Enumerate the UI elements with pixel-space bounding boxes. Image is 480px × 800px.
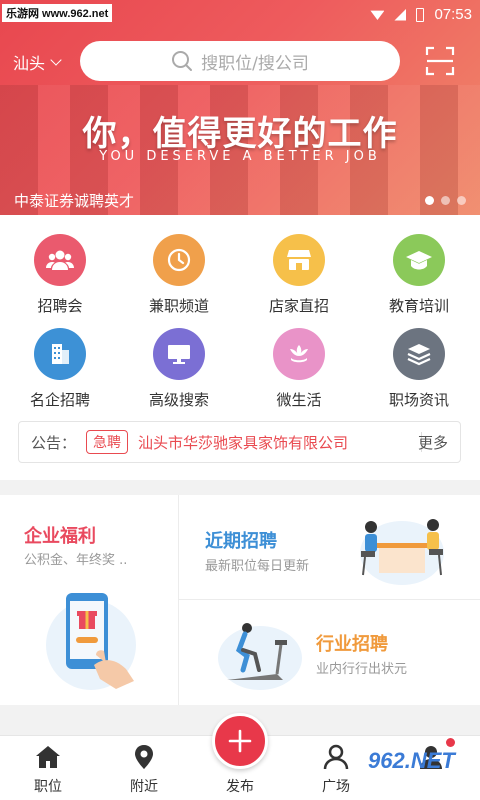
carousel-dot bbox=[425, 196, 434, 205]
menu-item-top-companies[interactable]: 名企招聘 bbox=[0, 328, 120, 410]
menu-item-job-fair[interactable]: 招聘会 bbox=[0, 234, 120, 316]
card-welfare[interactable]: 企业福利 公积金、年终奖 .. bbox=[0, 495, 178, 705]
search-input[interactable]: 搜职位/搜公司 bbox=[80, 41, 400, 81]
card-recent[interactable]: 近期招聘 最新职位每日更新 bbox=[179, 495, 480, 599]
header-banner: 乐游网 www.962.net 07:53 汕头 搜职位/搜公司 你，值得更好的… bbox=[0, 0, 480, 215]
card-recent-subtitle: 最新职位每日更新 bbox=[205, 559, 310, 574]
banner-slogan: 你，值得更好的工作 bbox=[82, 114, 398, 154]
menu-item-career-news[interactable]: 职场资讯 bbox=[359, 328, 479, 410]
card-industry[interactable]: 行业招聘 业内行行出状元 bbox=[179, 600, 480, 705]
monitor-icon bbox=[153, 328, 205, 380]
interview-illustration bbox=[360, 519, 444, 585]
carousel-dot bbox=[457, 196, 466, 205]
home-icon bbox=[36, 746, 60, 768]
carousel-dot bbox=[441, 196, 450, 205]
people-icon bbox=[34, 234, 86, 286]
location-pin-icon bbox=[135, 745, 153, 769]
status-bar: 07:53 bbox=[370, 6, 472, 23]
battery-icon bbox=[416, 7, 425, 22]
signal-icon bbox=[394, 8, 407, 21]
menu-label: 教育培训 bbox=[388, 297, 449, 315]
site-logo: 962.NET bbox=[368, 748, 455, 773]
search-placeholder: 搜职位/搜公司 bbox=[201, 53, 309, 74]
tab-nearby[interactable]: 附近 bbox=[96, 744, 192, 796]
card-industry-subtitle: 业内行行出状元 bbox=[316, 662, 408, 677]
scan-icon[interactable] bbox=[425, 46, 455, 76]
notice-bar[interactable]: 公告： 急聘 汕头市华莎驰家具家饰有限公司 更多 bbox=[18, 421, 461, 463]
card-welfare-subtitle: 公积金、年终奖 .. bbox=[24, 553, 128, 568]
tab-positions[interactable]: 职位 bbox=[0, 744, 96, 796]
wifi-icon bbox=[370, 10, 385, 20]
plus-icon bbox=[228, 729, 252, 753]
tab-label: 广场 bbox=[322, 779, 350, 795]
phone-gift-illustration bbox=[46, 593, 136, 690]
notice-label: 公告： bbox=[31, 433, 77, 452]
menu-item-micro-life[interactable]: 微生活 bbox=[239, 328, 359, 410]
building-icon bbox=[34, 328, 86, 380]
site-watermark: 乐游网 www.962.net bbox=[2, 4, 113, 22]
menu-item-part-time[interactable]: 兼职频道 bbox=[119, 234, 239, 316]
menu-item-education[interactable]: 教育培训 bbox=[359, 234, 479, 316]
notice-text[interactable]: 汕头市华莎驰家具家饰有限公司 bbox=[138, 432, 348, 453]
tab-label: 附近 bbox=[130, 779, 158, 795]
tab-label: 职位 bbox=[34, 779, 62, 795]
flower-icon bbox=[273, 328, 325, 380]
notice-more-link[interactable]: 更多 bbox=[418, 432, 448, 453]
card-industry-title: 行业招聘 bbox=[316, 634, 388, 655]
city-selector[interactable]: 汕头 bbox=[13, 50, 62, 74]
menu-label: 兼职频道 bbox=[148, 297, 209, 315]
menu-label: 店家直招 bbox=[268, 297, 329, 315]
menu-label: 职场资讯 bbox=[388, 391, 449, 409]
shop-icon bbox=[273, 234, 325, 286]
menu-label: 微生活 bbox=[276, 391, 322, 409]
menu-label: 名企招聘 bbox=[29, 391, 90, 409]
graduation-cap-icon bbox=[393, 234, 445, 286]
chevron-down-icon bbox=[50, 53, 62, 66]
banner-caption[interactable]: 中泰证券诚聘英才 bbox=[14, 190, 134, 211]
status-time: 07:53 bbox=[434, 6, 472, 23]
feature-cards: 企业福利 公积金、年终奖 .. 近期招聘 最新职位每日更新 行业招聘 业内行行出… bbox=[0, 495, 480, 705]
clock-icon bbox=[153, 234, 205, 286]
city-label: 汕头 bbox=[13, 54, 46, 73]
urgent-badge: 急聘 bbox=[86, 430, 129, 454]
banner-slogan-en: YOU DESERVE A BETTER JOB bbox=[99, 149, 381, 164]
layers-icon bbox=[393, 328, 445, 380]
menu-label: 高级搜索 bbox=[148, 391, 209, 409]
menu-label: 招聘会 bbox=[37, 297, 83, 315]
menu-item-advanced-search[interactable]: 高级搜索 bbox=[119, 328, 239, 410]
publish-label: 发布 bbox=[226, 779, 254, 795]
treadmill-illustration bbox=[218, 623, 302, 690]
users-icon bbox=[323, 744, 349, 770]
menu-item-shop-hiring[interactable]: 店家直招 bbox=[239, 234, 359, 316]
publish-button[interactable] bbox=[212, 713, 268, 769]
notification-dot bbox=[446, 738, 455, 747]
card-recent-title: 近期招聘 bbox=[205, 531, 277, 552]
search-icon bbox=[172, 51, 193, 71]
carousel-dots bbox=[425, 196, 466, 205]
card-welfare-title: 企业福利 bbox=[24, 526, 96, 547]
